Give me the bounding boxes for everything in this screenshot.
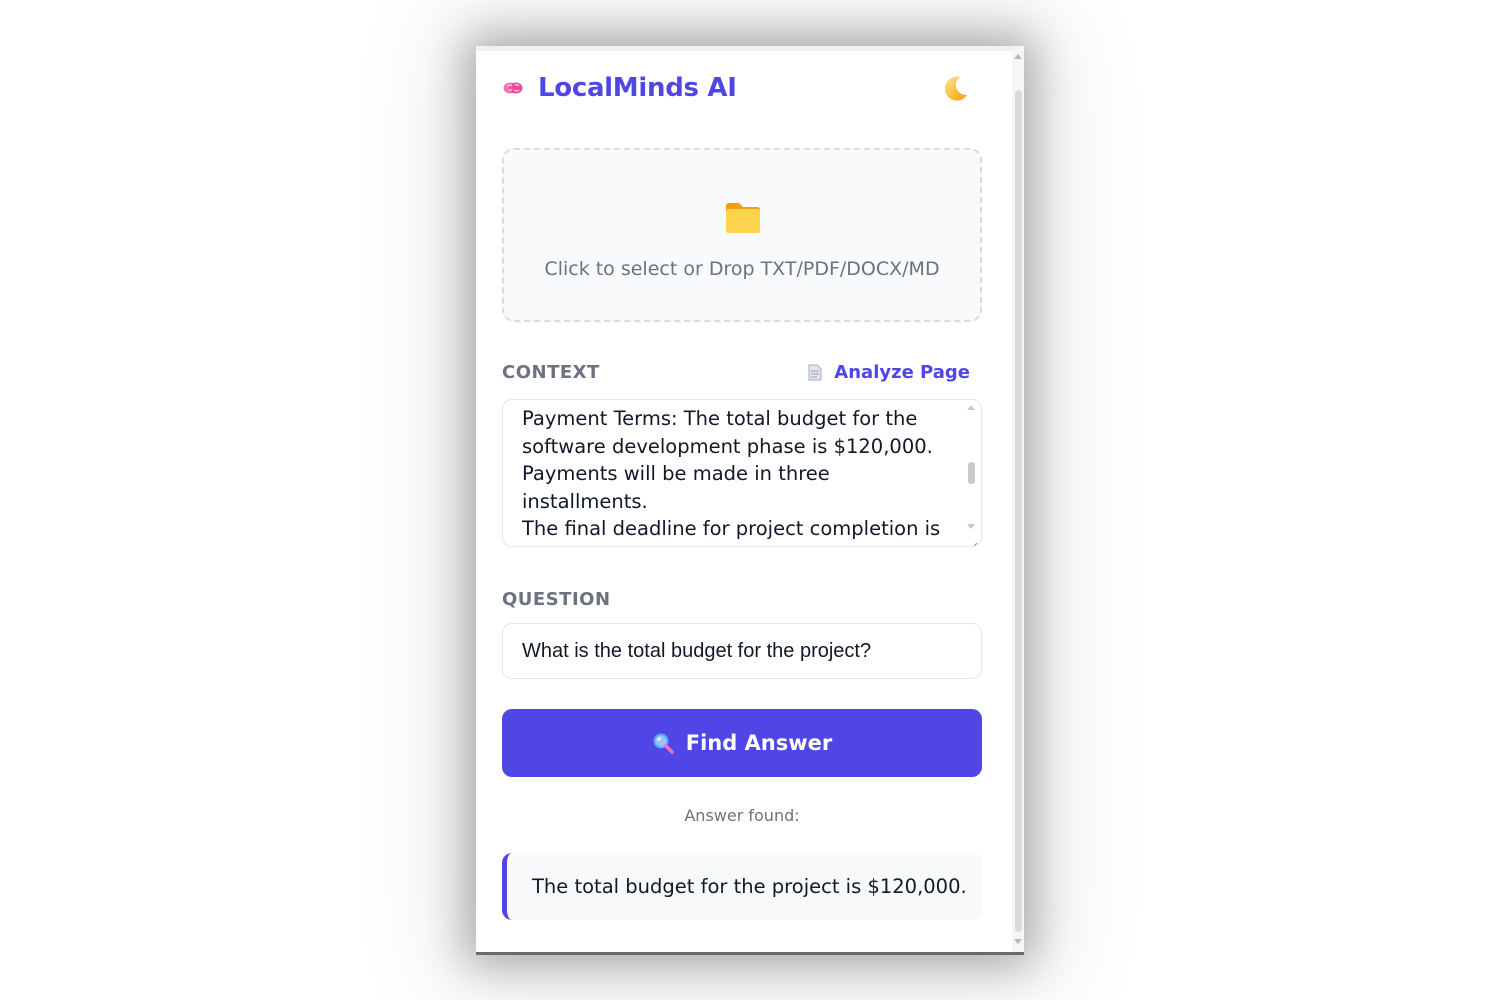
analyze-page-button[interactable]: Analyze Page bbox=[808, 362, 970, 383]
brain-icon bbox=[502, 77, 524, 99]
answer-status: Answer found: bbox=[684, 806, 800, 825]
resize-grip-icon[interactable] bbox=[970, 535, 978, 546]
context-scrollbar[interactable] bbox=[967, 403, 976, 529]
crescent-moon-icon[interactable] bbox=[938, 72, 972, 106]
scroll-up-icon[interactable] bbox=[967, 405, 975, 410]
scroll-thumb[interactable] bbox=[1015, 90, 1022, 932]
answer-text: The total budget for the project is $120… bbox=[532, 875, 967, 898]
context-label: CONTEXT bbox=[502, 362, 600, 383]
magnifier-icon bbox=[652, 732, 674, 754]
scroll-up-icon[interactable] bbox=[1014, 54, 1022, 59]
question-input[interactable] bbox=[502, 623, 982, 679]
popup-scrollbar[interactable] bbox=[1012, 46, 1024, 952]
popup-top-border bbox=[476, 46, 1024, 51]
app-title: LocalMinds AI bbox=[538, 73, 737, 103]
context-textarea[interactable]: Payment Terms: The total budget for the … bbox=[502, 399, 982, 547]
dropzone-prompt: Click to select or Drop TXT/PDF/DOCX/MD bbox=[544, 258, 940, 280]
extension-popup: LocalMinds AI Click to select or Drop TX… bbox=[476, 46, 1024, 955]
document-icon bbox=[808, 364, 822, 381]
header: LocalMinds AI bbox=[502, 68, 972, 108]
file-dropzone[interactable]: Click to select or Drop TXT/PDF/DOCX/MD bbox=[502, 148, 982, 322]
question-label: QUESTION bbox=[502, 589, 611, 610]
scroll-down-icon[interactable] bbox=[967, 524, 975, 529]
analyze-page-label: Analyze Page bbox=[834, 362, 970, 383]
folder-icon bbox=[724, 200, 762, 236]
find-answer-label: Find Answer bbox=[685, 731, 833, 755]
context-text: Payment Terms: The total budget for the … bbox=[522, 407, 941, 546]
find-answer-button[interactable]: Find Answer bbox=[502, 709, 982, 777]
scroll-thumb[interactable] bbox=[968, 462, 975, 484]
scroll-down-icon[interactable] bbox=[1014, 939, 1022, 944]
answer-box: The total budget for the project is $120… bbox=[502, 853, 982, 920]
